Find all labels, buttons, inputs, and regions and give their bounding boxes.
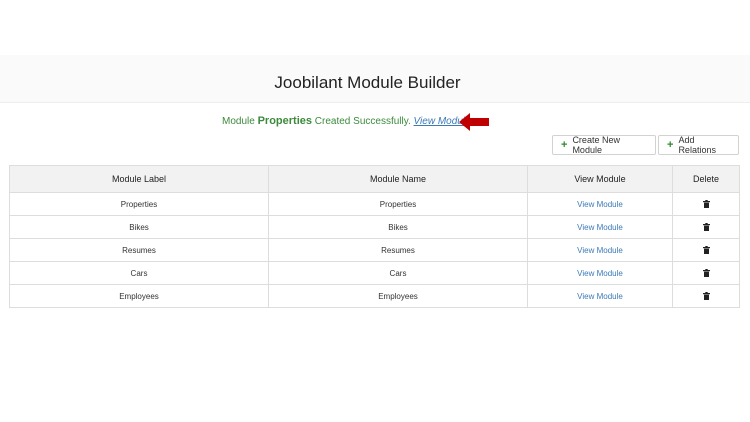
- module-name-cell: Resumes: [268, 238, 528, 262]
- modules-table: Module Label Module Name View Module Del…: [9, 165, 740, 308]
- delete-cell: [672, 238, 740, 262]
- module-label-cell: Resumes: [9, 238, 269, 262]
- column-header-view-module: View Module: [527, 165, 673, 193]
- column-header-delete: Delete: [672, 165, 740, 193]
- table-row: Cars Cars View Module: [9, 261, 740, 285]
- trash-icon[interactable]: [702, 223, 710, 232]
- trash-icon[interactable]: [702, 246, 710, 255]
- success-module-name: Properties: [257, 115, 313, 127]
- plus-icon: +: [667, 139, 674, 151]
- view-module-link[interactable]: View Module: [527, 284, 673, 308]
- table-row: Bikes Bikes View Module: [9, 215, 740, 239]
- module-name-cell: Bikes: [268, 215, 528, 239]
- table-header-row: Module Label Module Name View Module Del…: [9, 165, 740, 193]
- add-relations-label: Add Relations: [678, 135, 716, 155]
- module-name-cell: Cars: [268, 261, 528, 285]
- success-prefix: Module: [222, 116, 255, 127]
- table-row: Resumes Resumes View Module: [9, 238, 740, 262]
- module-name-cell: Properties: [268, 192, 528, 216]
- trash-icon[interactable]: [702, 292, 710, 301]
- delete-cell: [672, 215, 740, 239]
- view-module-link[interactable]: View Module: [527, 215, 673, 239]
- table-row: Employees Employees View Module: [9, 284, 740, 308]
- trash-icon[interactable]: [702, 269, 710, 278]
- arrow-left-icon: [459, 113, 489, 131]
- view-module-link[interactable]: View Module: [527, 261, 673, 285]
- column-header-module-name: Module Name: [268, 165, 528, 193]
- module-name-cell: Employees: [268, 284, 528, 308]
- trash-icon[interactable]: [702, 200, 710, 209]
- delete-cell: [672, 284, 740, 308]
- create-new-module-label: Create New Module: [572, 135, 620, 155]
- create-new-module-button[interactable]: + Create New Module: [552, 135, 656, 155]
- view-module-link[interactable]: View Module: [527, 238, 673, 262]
- delete-cell: [672, 192, 740, 216]
- module-label-cell: Bikes: [9, 215, 269, 239]
- table-row: Properties Properties View Module: [9, 192, 740, 216]
- module-label-cell: Employees: [9, 284, 269, 308]
- delete-cell: [672, 261, 740, 285]
- add-relations-button[interactable]: + Add Relations: [658, 135, 739, 155]
- success-message: Module Properties Created Successfully. …: [222, 115, 471, 127]
- success-suffix: Created Successfully.: [314, 116, 411, 127]
- module-label-cell: Cars: [9, 261, 269, 285]
- plus-icon: +: [561, 139, 568, 151]
- page-title: Joobilant Module Builder: [274, 73, 461, 92]
- column-header-module-label: Module Label: [9, 165, 269, 193]
- module-label-cell: Properties: [9, 192, 269, 216]
- view-module-link[interactable]: View Module: [527, 192, 673, 216]
